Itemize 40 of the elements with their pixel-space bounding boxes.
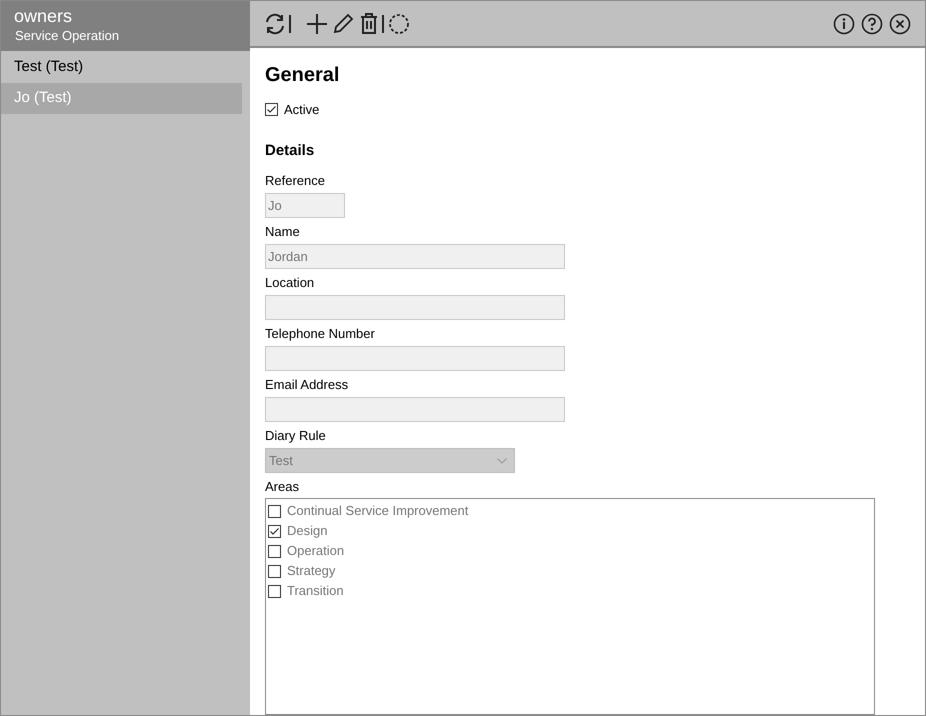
- checkbox[interactable]: [268, 584, 281, 598]
- checkbox[interactable]: [268, 504, 281, 518]
- field-label: Telephone Number: [265, 325, 376, 343]
- input-field[interactable]: [265, 397, 565, 422]
- checkbox-label: Transition: [287, 582, 344, 600]
- info-icon[interactable]: [833, 12, 855, 34]
- checkbox[interactable]: [268, 564, 281, 578]
- dashed-circle-icon[interactable]: [388, 12, 410, 34]
- pencil-icon[interactable]: [332, 12, 354, 34]
- checkbox[interactable]: [268, 524, 281, 538]
- input-field[interactable]: Jordan: [265, 244, 565, 269]
- input-field[interactable]: [265, 295, 565, 320]
- input-field[interactable]: [265, 346, 565, 371]
- field-label: Location: [265, 274, 316, 292]
- sidebar-item[interactable]: Jo (Test): [1, 83, 242, 114]
- close-icon[interactable]: [889, 12, 911, 34]
- field-label: Diary Rule: [265, 427, 327, 445]
- checkbox-label: Strategy: [287, 562, 336, 580]
- input-field[interactable]: Jo: [265, 193, 345, 218]
- checkbox-label: Continual Service Improvement: [287, 502, 468, 520]
- field-label: Reference: [265, 172, 326, 190]
- checkbox-label: Design: [287, 522, 328, 540]
- section-heading: General: [265, 63, 340, 87]
- checkbox[interactable]: [265, 103, 278, 116]
- sidebar-title: owners: [14, 5, 74, 27]
- dropdown-field[interactable]: Test: [265, 448, 515, 473]
- field-label: Email Address: [265, 376, 350, 394]
- subsection-heading: Details: [265, 140, 316, 160]
- refresh-icon[interactable]: [264, 12, 294, 36]
- field-label: Areas: [265, 478, 300, 496]
- add-icon[interactable]: [306, 12, 328, 34]
- help-icon[interactable]: [861, 12, 883, 34]
- sidebar-subtitle: Service Operation: [14, 27, 120, 45]
- checkbox[interactable]: [268, 544, 281, 558]
- sidebar-item[interactable]: Test (Test): [1, 52, 242, 83]
- trash-icon[interactable]: [360, 12, 378, 34]
- checkbox-label: Active: [284, 101, 320, 119]
- chevron-icon: [497, 458, 507, 464]
- field-label: Name: [265, 223, 301, 241]
- checkbox-label: Operation: [287, 542, 344, 560]
